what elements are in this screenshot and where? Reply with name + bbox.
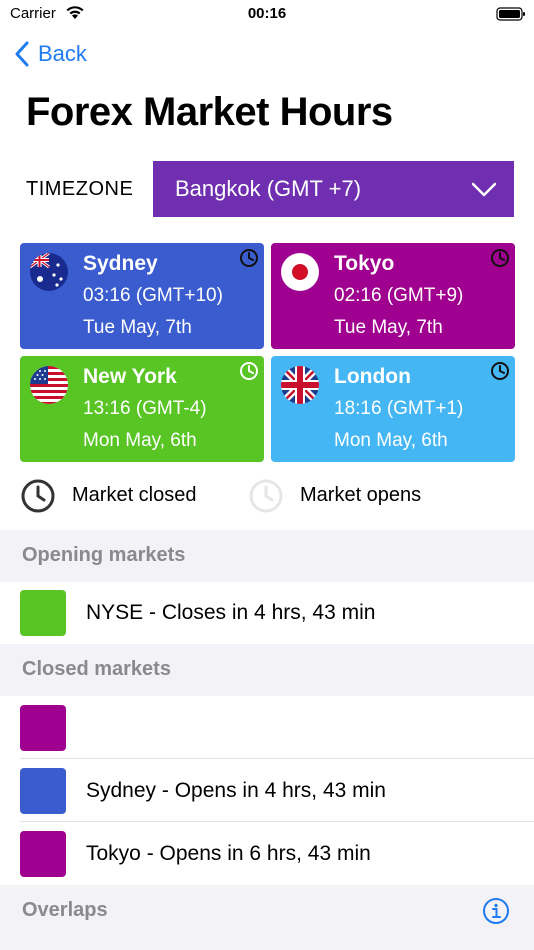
- status-bar: Carrier 00:16: [0, 0, 534, 30]
- clock-closed-icon: [21, 479, 55, 513]
- page-title: Forex Market Hours: [26, 90, 393, 134]
- clock-open-icon: [249, 479, 283, 513]
- city-card-sydney[interactable]: Sydney 03:16 (GMT+10) Tue May, 7th: [20, 243, 264, 349]
- clock-open-icon: [240, 362, 258, 380]
- list-item[interactable]: [0, 697, 534, 759]
- list-item-text: Sydney - Opens in 4 hrs, 43 min: [86, 779, 386, 802]
- section-title: Closed markets: [22, 658, 171, 680]
- clock-closed-icon: [491, 362, 509, 380]
- city-time: 02:16 (GMT+9): [334, 285, 464, 306]
- city-time: 18:16 (GMT+1): [334, 398, 464, 419]
- battery-icon: [496, 7, 525, 21]
- clock-legend: Market closed Market opens: [0, 478, 534, 516]
- usa-flag-icon: [30, 366, 68, 404]
- color-swatch: [20, 590, 66, 636]
- clock-closed-icon: [240, 249, 258, 267]
- city-card-tokyo[interactable]: Tokyo 02:16 (GMT+9) Tue May, 7th: [271, 243, 515, 349]
- section-header-overlaps: Overlaps: [0, 885, 534, 950]
- row-divider: [20, 821, 534, 822]
- legend-opens-label: Market opens: [300, 484, 422, 506]
- city-date: Mon May, 6th: [334, 430, 448, 451]
- list-item[interactable]: NYSE - Closes in 4 hrs, 43 min: [0, 582, 534, 644]
- back-label: Back: [38, 41, 87, 66]
- japan-flag-icon: [281, 253, 319, 291]
- city-date: Mon May, 6th: [83, 430, 197, 451]
- info-icon[interactable]: [482, 897, 510, 925]
- timezone-selected-value: Bangkok (GMT +7): [175, 176, 362, 201]
- row-divider: [20, 758, 534, 759]
- clock-time: 00:16: [247, 5, 287, 22]
- city-date: Tue May, 7th: [334, 317, 443, 338]
- timezone-select[interactable]: Bangkok (GMT +7): [153, 161, 514, 217]
- clock-closed-icon: [491, 249, 509, 267]
- section-header-closed: Closed markets: [0, 644, 534, 696]
- city-name: Tokyo: [334, 252, 395, 275]
- legend-closed-label: Market closed: [72, 484, 197, 506]
- city-date: Tue May, 7th: [83, 317, 192, 338]
- city-name: New York: [83, 365, 177, 388]
- section-header-opening: Opening markets: [0, 530, 534, 582]
- back-button[interactable]: Back: [14, 38, 87, 70]
- list-item[interactable]: Tokyo - Opens in 6 hrs, 43 min: [0, 823, 534, 885]
- chevron-left-icon: [15, 41, 29, 67]
- city-name: London: [334, 365, 411, 388]
- color-swatch: [20, 831, 66, 877]
- list-item-text: NYSE - Closes in 4 hrs, 43 min: [86, 601, 376, 624]
- uk-flag-icon: [281, 366, 319, 404]
- list-item[interactable]: Sydney - Opens in 4 hrs, 43 min: [0, 760, 534, 822]
- city-time: 03:16 (GMT+10): [83, 285, 223, 306]
- color-swatch: [20, 705, 66, 751]
- city-time: 13:16 (GMT-4): [83, 398, 207, 419]
- section-title: Opening markets: [22, 544, 186, 566]
- timezone-label: TIMEZONE: [26, 178, 134, 200]
- australia-flag-icon: [30, 253, 68, 291]
- city-card-new-york[interactable]: New York 13:16 (GMT-4) Mon May, 6th: [20, 356, 264, 462]
- section-title: Overlaps: [22, 899, 108, 921]
- list-item-text: Tokyo - Opens in 6 hrs, 43 min: [86, 842, 371, 865]
- chevron-down-icon: [471, 182, 497, 197]
- color-swatch: [20, 768, 66, 814]
- city-name: Sydney: [83, 252, 158, 275]
- city-card-london[interactable]: London 18:16 (GMT+1) Mon May, 6th: [271, 356, 515, 462]
